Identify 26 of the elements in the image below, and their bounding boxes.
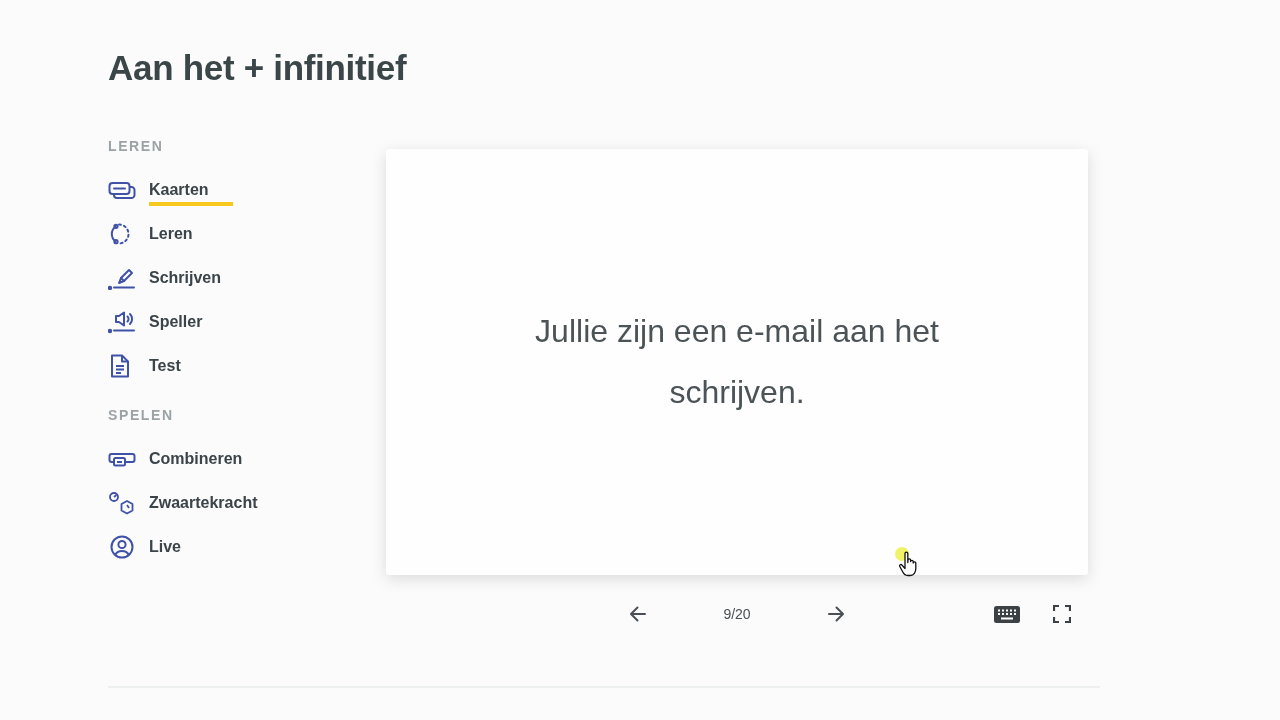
speaker-icon (108, 310, 136, 334)
sidebar-item[interactable]: Test (108, 344, 181, 388)
arrow-left-icon (628, 604, 648, 624)
card-counter: 9/20 (722, 606, 752, 622)
pen-icon (108, 266, 136, 290)
sidebar-item[interactable]: Combineren (108, 437, 243, 481)
sidebar-item[interactable]: Schrijven (108, 256, 222, 300)
flashcard-text: Jullie zijn een e-mail aan het schrijven. (534, 312, 940, 412)
sidebar-item[interactable]: Live (108, 525, 181, 569)
keyboard-icon (994, 605, 1020, 623)
sidebar-item[interactable]: Kaarten (108, 168, 233, 212)
section-heading: SPELEN (108, 406, 174, 424)
sidebar-item[interactable]: Speller (108, 300, 203, 344)
section-heading: LEREN (108, 137, 164, 155)
next-button[interactable] (826, 604, 846, 624)
fullscreen-button[interactable] (1053, 605, 1071, 623)
fullscreen-icon (1053, 605, 1071, 623)
person-circle-icon (108, 535, 136, 559)
arrow-right-icon (826, 604, 846, 624)
flashcard[interactable]: Jullie zijn een e-mail aan het schrijven. (386, 149, 1088, 575)
hexagon-circle-icon (108, 491, 136, 515)
sidebar-item[interactable]: Zwaartekracht (108, 481, 258, 525)
keyboard-button[interactable] (994, 605, 1020, 623)
previous-button[interactable] (628, 604, 648, 624)
sidebar-item[interactable]: Leren (108, 212, 193, 256)
page-title: Aan het + infinitief (108, 47, 407, 89)
